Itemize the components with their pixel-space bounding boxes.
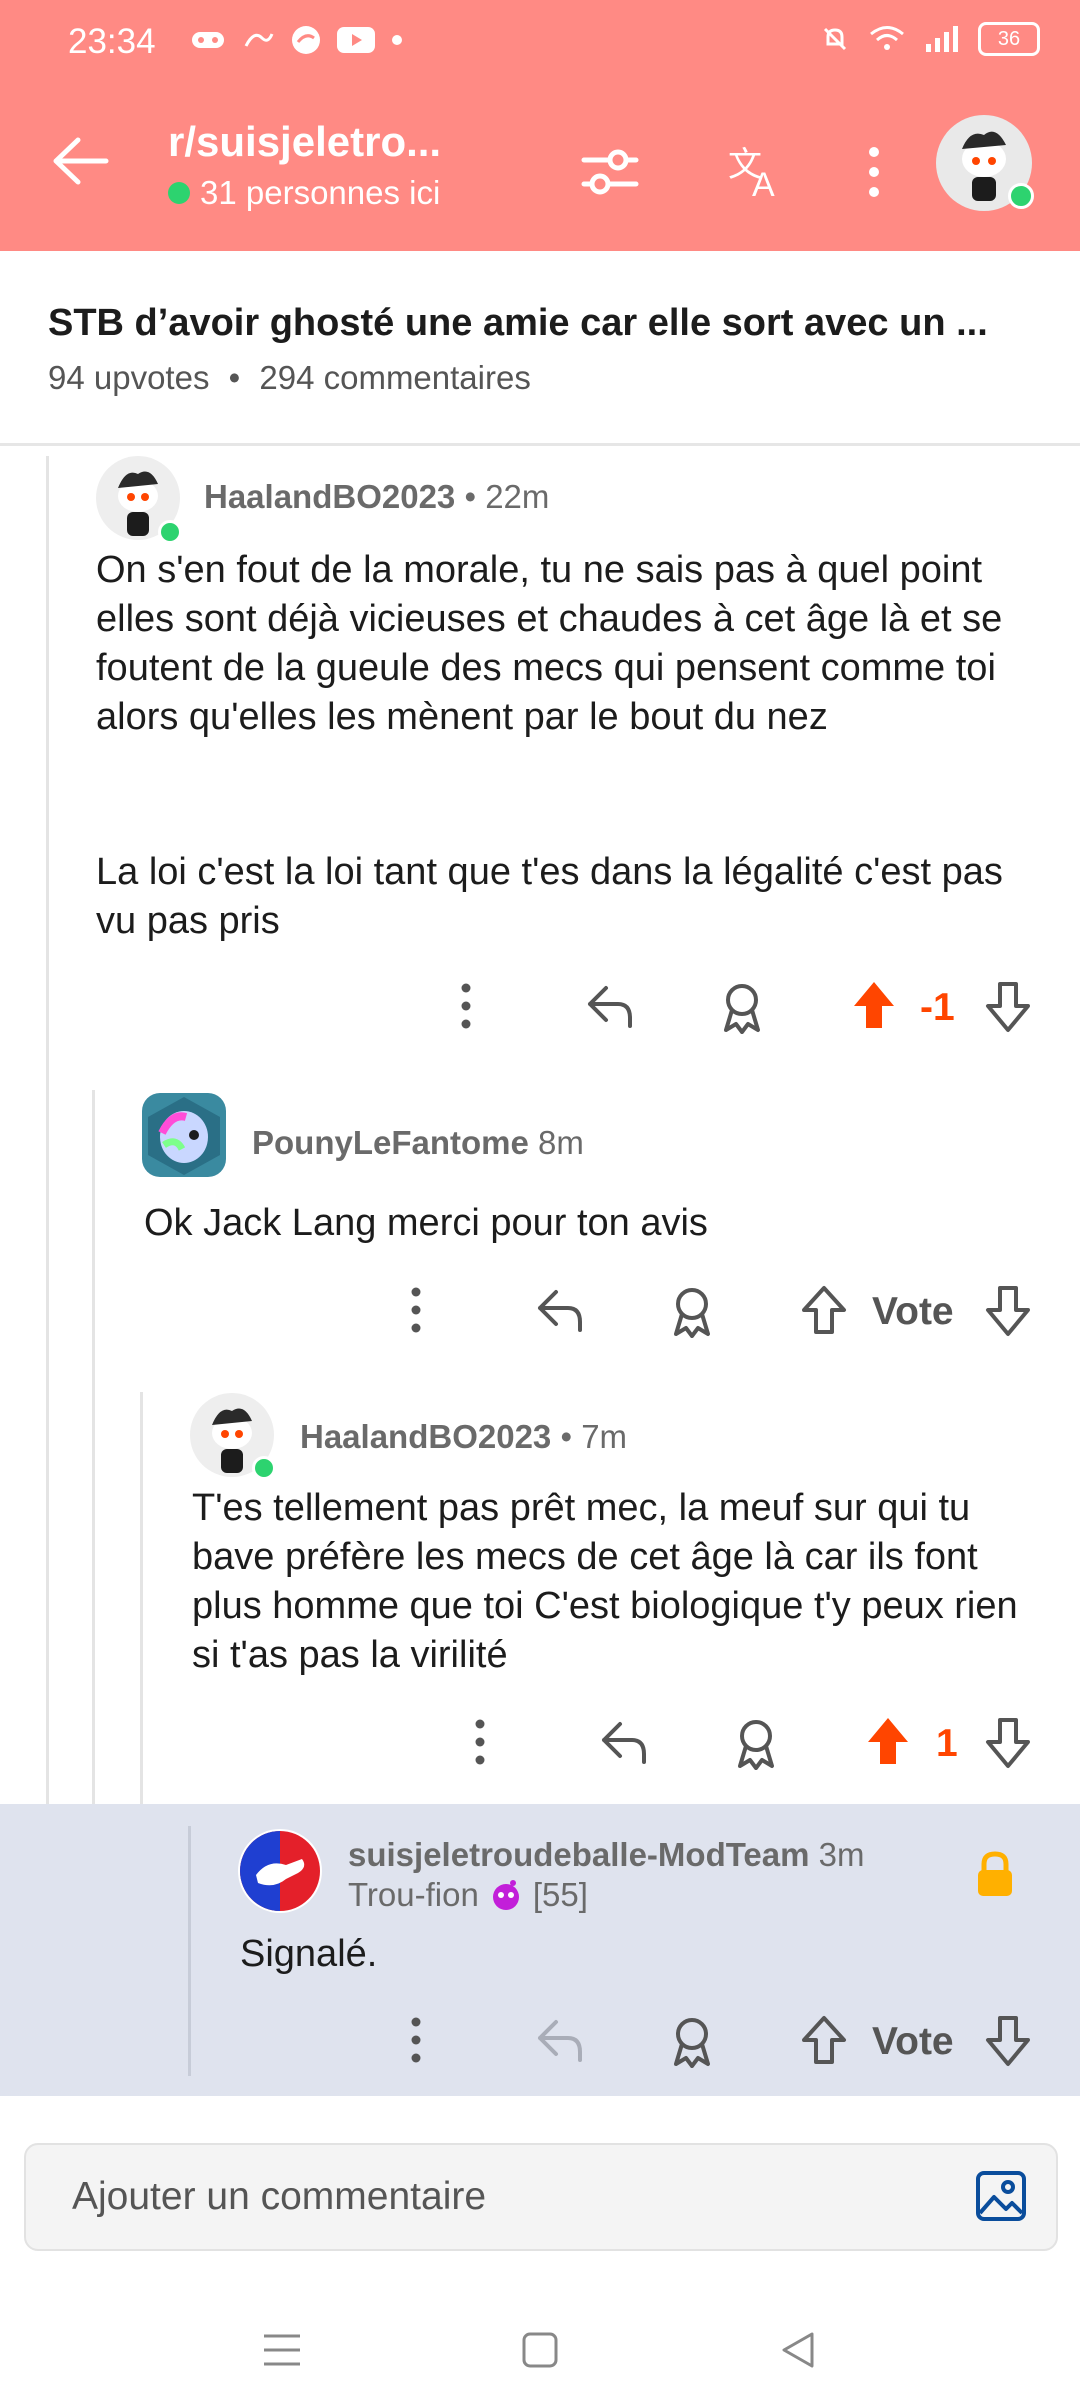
comment-time: 8m (538, 1124, 584, 1161)
award-icon[interactable] (666, 1282, 718, 1338)
downvote-icon[interactable] (984, 2012, 1032, 2068)
comment-actions: -1 (0, 978, 1080, 1038)
mute-icon (823, 27, 847, 51)
more-vertical-icon[interactable] (404, 1282, 428, 1338)
vote-label: Vote (872, 1290, 954, 1333)
ghost-avatar-icon (148, 1097, 220, 1175)
award-icon[interactable] (716, 978, 768, 1034)
translate-icon: 文A (728, 146, 775, 200)
sliders-icon (581, 149, 639, 195)
comment-author[interactable]: suisjeletroudeballe-ModTeam 3m (348, 1836, 865, 1874)
downvote-icon[interactable] (984, 1282, 1032, 1338)
online-text: 31 personnes ici (200, 174, 441, 211)
comment-actions: 1 (0, 1714, 1080, 1774)
back-button[interactable] (50, 136, 110, 186)
comment-body: Ok Jack Lang merci pour ton avis (144, 1202, 708, 1244)
vote-score: 1 (936, 1722, 958, 1765)
game-icon (192, 32, 224, 48)
app-header: 23:34 36 r/suisjeletro... 31 personnes i… (0, 0, 1080, 251)
author-name[interactable]: suisjeletroudeballe-ModTeam (348, 1836, 809, 1873)
mod-team-avatar-icon (240, 1831, 320, 1911)
comment-body-paragraph: La loi c'est la loi tant que t'es dans l… (96, 851, 1003, 942)
lock-icon (978, 1851, 1012, 1896)
status-notifications (190, 24, 404, 56)
more-vertical-icon[interactable] (404, 2012, 428, 2068)
app-icon (292, 26, 320, 54)
system-nav-bar (0, 2300, 1080, 2400)
comment-actions: Vote (0, 1282, 1080, 1342)
flair-count: [55] (532, 1876, 588, 1913)
post-meta: 94 upvotes • 294 commentaires (48, 359, 531, 397)
comment-author[interactable]: PounyLeFantome 8m (252, 1124, 584, 1162)
reply-icon[interactable] (534, 1282, 586, 1338)
avatar[interactable] (142, 1093, 226, 1177)
comment-author[interactable]: HaalandBO2023 • 7m (300, 1418, 627, 1456)
upvote-icon[interactable] (800, 2012, 848, 2068)
filter-button[interactable] (580, 144, 640, 200)
back-arrow-icon (53, 137, 109, 185)
author-name[interactable]: HaalandBO2023 (300, 1418, 551, 1455)
online-status-dot (252, 1456, 276, 1480)
meta-separator: • (228, 359, 241, 396)
online-dot (168, 182, 190, 204)
reply-icon[interactable] (584, 978, 636, 1034)
more-options-button[interactable] (862, 144, 886, 200)
comment-count: 294 commentaires (259, 359, 531, 396)
upvote-active-icon[interactable] (850, 978, 898, 1034)
downvote-icon[interactable] (984, 1714, 1032, 1770)
comment-body: T'es tellement pas prêt mec, la meuf sur… (192, 1487, 1018, 1676)
flair-emoji-icon (492, 1880, 519, 1910)
more-vertical-icon[interactable] (468, 1714, 492, 1770)
online-status-dot (158, 520, 182, 544)
reply-icon[interactable] (598, 1714, 650, 1770)
comment-author[interactable]: HaalandBO2023 • 22m (204, 478, 549, 516)
award-icon[interactable] (666, 2012, 718, 2068)
user-flair: Trou-fion [55] (348, 1876, 588, 1914)
home-icon[interactable] (520, 2330, 560, 2370)
upvote-active-icon[interactable] (864, 1714, 912, 1770)
user-avatar[interactable] (936, 115, 1034, 211)
more-vertical-icon (869, 147, 879, 197)
translate-button[interactable]: 文A (726, 144, 786, 200)
online-count: 31 personnes ici (168, 174, 440, 212)
more-vertical-icon[interactable] (454, 978, 478, 1034)
post-header[interactable] (0, 251, 1080, 446)
author-name[interactable]: HaalandBO2023 (204, 478, 455, 515)
online-status-dot (1008, 183, 1034, 209)
link-icon (244, 33, 274, 47)
dot-icon (392, 35, 402, 45)
reply-disabled-icon (538, 2020, 582, 2062)
award-icon[interactable] (730, 1714, 782, 1770)
comment-time: • 22m (464, 478, 550, 515)
comment-actions: Vote (0, 2012, 1080, 2072)
comment-body: On s'en fout de la morale, tu ne sais pa… (96, 549, 1003, 738)
downvote-icon[interactable] (984, 978, 1032, 1034)
vote-score: -1 (920, 986, 955, 1029)
flair-text: Trou-fion (348, 1876, 479, 1913)
add-comment-placeholder: Ajouter un commentaire (72, 2175, 487, 2218)
avatar[interactable] (238, 1829, 322, 1913)
comment-body: Signalé. (240, 1933, 378, 1975)
add-image-icon[interactable] (974, 2169, 1028, 2223)
signal-icon (926, 26, 958, 52)
comment-time: • 7m (560, 1418, 628, 1455)
status-time: 23:34 (68, 22, 156, 61)
youtube-icon (337, 27, 375, 53)
comment-time: 3m (818, 1836, 865, 1873)
subreddit-name[interactable]: r/suisjeletro... (168, 118, 441, 166)
menu-icon[interactable] (262, 2330, 302, 2370)
battery-indicator: 36 (978, 22, 1040, 56)
svg-text:A: A (752, 166, 775, 200)
author-name[interactable]: PounyLeFantome (252, 1124, 529, 1161)
vote-label: Vote (872, 2020, 954, 2063)
upvote-icon[interactable] (800, 1282, 848, 1338)
wifi-icon (870, 26, 904, 50)
status-system: 36 (820, 22, 1040, 56)
add-comment-input[interactable]: Ajouter un commentaire (24, 2143, 1058, 2251)
upvote-count: 94 upvotes (48, 359, 210, 396)
post-title[interactable]: STB d’avoir ghosté une amie car elle sor… (48, 302, 988, 345)
back-triangle-icon[interactable] (778, 2330, 818, 2370)
